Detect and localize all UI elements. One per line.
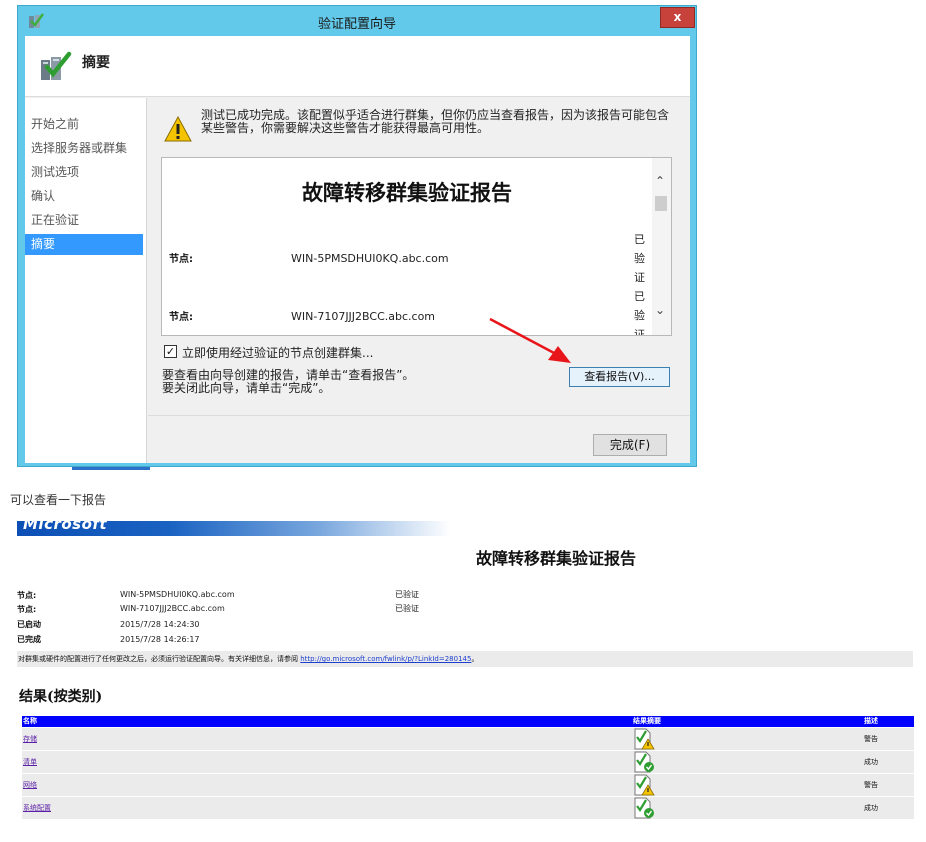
result-link-inventory[interactable]: 清单 xyxy=(23,757,37,767)
table-row: 清单 成功 xyxy=(22,751,914,773)
report-preview-node-value: WIN-7107JJJ2BCC.abc.com xyxy=(291,310,436,323)
summary-content: 测试已成功完成。该配置似乎适合进行群集，但你仍应当查看报告，因为该报告可能包含 … xyxy=(148,98,690,463)
wizard-client-area: 摘要 开始之前 选择服务器或群集 测试选项 确认 正在验证 摘要 测试已成功完成… xyxy=(25,36,690,463)
results-heading: 结果(按类别) xyxy=(19,689,103,705)
table-row: 网络 警告 xyxy=(22,774,914,796)
view-report-button[interactable]: 查看报告(V)... xyxy=(569,367,670,387)
background-strip xyxy=(72,467,150,470)
nav-item-test-options[interactable]: 测试选项 xyxy=(25,162,143,183)
report-note: 对群集或硬件的配置进行了任何更改之后，必须运行验证配置向导。有关详细信息，请参阅… xyxy=(17,651,913,667)
report-field-value: WIN-5PMSDHUI0KQ.abc.com xyxy=(120,590,235,599)
create-cluster-label[interactable]: 立即使用经过验证的节点创建群集... xyxy=(182,344,373,361)
report-preview-title: 故障转移群集验证报告 xyxy=(302,181,512,205)
create-cluster-checkbox[interactable]: ✓ xyxy=(164,345,177,358)
report-note-end: 。 xyxy=(471,655,479,663)
warning-icon xyxy=(634,728,655,750)
scroll-up-icon[interactable]: ⌃ xyxy=(655,175,665,187)
report-field-label: 节点: xyxy=(17,591,37,600)
result-description: 警告 xyxy=(864,781,878,789)
warning-icon xyxy=(164,116,192,142)
report-preview[interactable]: 故障转移群集验证报告 节点: WIN-5PMSDHUI0KQ.abc.com 已… xyxy=(161,157,672,336)
report-preview-node-label: 节点: xyxy=(169,254,193,265)
report-field-value: 2015/7/28 14:24:30 xyxy=(120,620,200,629)
result-description: 成功 xyxy=(864,804,878,812)
result-link-network[interactable]: 网络 xyxy=(23,780,37,790)
result-description: 警告 xyxy=(864,735,878,743)
wizard-nav: 开始之前 选择服务器或群集 测试选项 确认 正在验证 摘要 xyxy=(25,98,147,463)
success-icon xyxy=(634,797,654,819)
column-header-description: 描述 xyxy=(864,717,878,725)
nav-item-confirmation[interactable]: 确认 xyxy=(25,186,143,207)
scroll-down-icon[interactable]: ⌄ xyxy=(655,304,665,316)
success-icon xyxy=(634,751,654,773)
result-description: 成功 xyxy=(864,758,878,766)
report-field-value: 2015/7/28 14:26:17 xyxy=(120,635,200,644)
server-check-icon xyxy=(41,51,72,80)
window-title: 验证配置向导 xyxy=(317,17,396,32)
report-note-link[interactable]: http://go.microsoft.com/fwlink/p/?LinkId… xyxy=(300,655,471,663)
report-field-status: 已验证 xyxy=(395,604,419,613)
results-table-header: 名称 结果摘要 描述 xyxy=(22,716,914,727)
report-field-label: 已完成 xyxy=(17,635,41,644)
table-row: 系统配置 成功 xyxy=(22,797,914,819)
report-note-text: 对群集或硬件的配置进行了任何更改之后，必须运行验证配置向导。有关详细信息，请参阅 xyxy=(18,655,301,663)
caption-text: 可以查看一下报告 xyxy=(10,493,107,507)
wizard-window: 验证配置向导 x 摘要 开始之前 选择服务器或群集 测试选项 确认 正在验证 摘… xyxy=(17,5,697,467)
report-field-label: 已启动 xyxy=(17,620,41,629)
close-button[interactable]: x xyxy=(660,7,695,28)
wizard-header: 摘要 xyxy=(25,36,690,97)
nav-item-before-you-begin[interactable]: 开始之前 xyxy=(25,114,143,135)
result-link-storage[interactable]: 存储 xyxy=(23,734,37,744)
footer-divider xyxy=(148,415,690,416)
report-field-label: 节点: xyxy=(17,605,37,614)
nav-item-summary[interactable]: 摘要 xyxy=(25,234,143,255)
warning-message: 测试已成功完成。该配置似乎适合进行群集，但你仍应当查看报告，因为该报告可能包含 … xyxy=(201,109,681,135)
result-link-system-config[interactable]: 系统配置 xyxy=(23,803,51,813)
finish-hint: 要关闭此向导，请单击“完成”。 xyxy=(162,381,331,395)
warning-icon xyxy=(634,774,655,796)
title-bar[interactable]: 验证配置向导 x xyxy=(18,6,696,36)
microsoft-logo: Microsoft xyxy=(23,521,108,533)
report-preview-node-value: WIN-5PMSDHUI0KQ.abc.com xyxy=(291,252,449,265)
warning-line-2: 某些警告，你需要解决这些警告才能获得最高可用性。 xyxy=(201,121,490,135)
nav-item-select-servers[interactable]: 选择服务器或群集 xyxy=(25,138,143,159)
report-preview-node-status: 已验证 xyxy=(634,233,645,284)
column-header-name: 名称 xyxy=(23,717,37,725)
microsoft-banner: Microsoft xyxy=(17,521,451,536)
report-field-value: WIN-7107JJJ2BCC.abc.com xyxy=(120,604,225,613)
report-field-status: 已验证 xyxy=(395,590,419,599)
scroll-thumb[interactable] xyxy=(655,196,667,211)
page-title: 摘要 xyxy=(82,55,110,71)
table-row: 存储 警告 xyxy=(22,728,914,750)
report-title: 故障转移群集验证报告 xyxy=(476,549,637,568)
report-preview-node-label: 节点: xyxy=(169,312,193,323)
annotation-arrow-icon xyxy=(489,317,571,363)
report-preview-node-status: 已验证 xyxy=(634,290,645,336)
report-preview-scrollbar[interactable]: ⌃ ⌄ xyxy=(652,158,671,335)
column-header-summary: 结果摘要 xyxy=(633,717,661,725)
nav-item-validating[interactable]: 正在验证 xyxy=(25,210,143,231)
finish-button[interactable]: 完成(F) xyxy=(593,434,667,456)
